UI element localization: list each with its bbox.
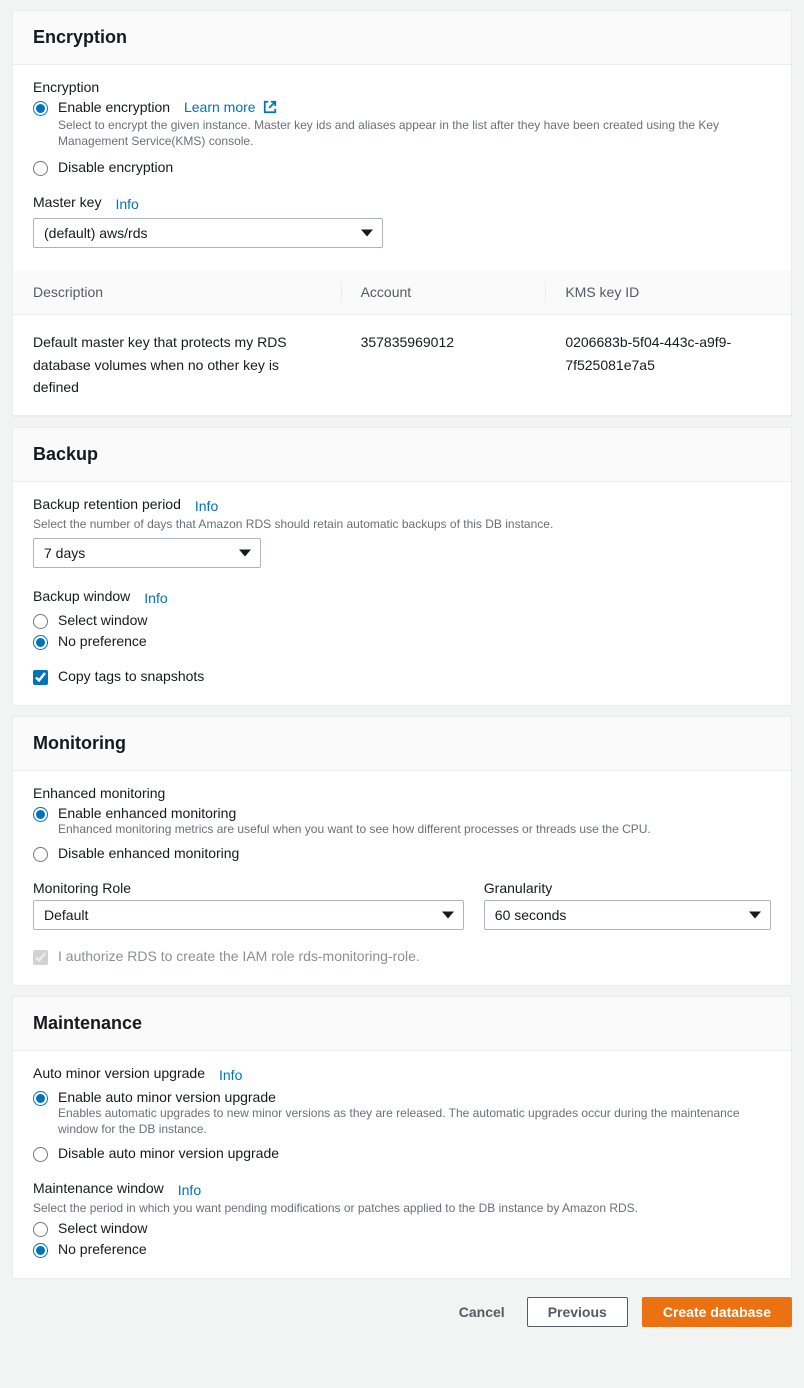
label-enable-upgrade: Enable auto minor version upgrade — [58, 1089, 276, 1105]
radio-input-maintenance-no-preference[interactable] — [33, 1243, 48, 1258]
radio-input-enable-upgrade[interactable] — [33, 1091, 48, 1106]
radio-input-backup-no-preference[interactable] — [33, 635, 48, 650]
label-granularity: Granularity — [484, 880, 771, 896]
radio-enable-encryption[interactable]: Enable encryption Learn more Select to e… — [33, 99, 771, 149]
kms-col-description: Description — [13, 270, 341, 314]
radio-enable-monitoring[interactable]: Enable enhanced monitoring Enhanced moni… — [33, 805, 771, 837]
radio-input-disable-monitoring[interactable] — [33, 847, 48, 862]
radio-input-maintenance-select-window[interactable] — [33, 1222, 48, 1237]
kms-table: Description Account KMS key ID Default m… — [13, 270, 791, 415]
label-enhanced-monitoring: Enhanced monitoring — [33, 785, 771, 801]
label-disable-encryption: Disable encryption — [58, 159, 173, 175]
label-backup-no-preference: No preference — [58, 633, 147, 649]
radio-maintenance-no-preference[interactable]: No preference — [33, 1241, 771, 1258]
label-disable-upgrade: Disable auto minor version upgrade — [58, 1145, 279, 1161]
info-master-key[interactable]: Info — [115, 196, 138, 212]
help-backup-retention: Select the number of days that Amazon RD… — [33, 516, 771, 532]
radio-backup-select-window[interactable]: Select window — [33, 612, 771, 629]
cell-account: 357835969012 — [341, 315, 546, 414]
label-copy-tags: Copy tags to snapshots — [58, 668, 204, 684]
help-enable-upgrade: Enables automatic upgrades to new minor … — [58, 1105, 771, 1137]
panel-backup: Backup Backup retention period Info Sele… — [12, 427, 792, 706]
label-backup-window: Backup window — [33, 588, 130, 604]
select-master-key-input[interactable]: (default) aws/rds — [33, 218, 383, 248]
create-database-button[interactable]: Create database — [642, 1297, 792, 1327]
link-learn-more[interactable]: Learn more — [184, 99, 277, 115]
label-monitoring-role: Monitoring Role — [33, 880, 464, 896]
label-maintenance-select-window: Select window — [58, 1220, 148, 1236]
radio-disable-monitoring[interactable]: Disable enhanced monitoring — [33, 845, 771, 862]
label-enable-encryption: Enable encryption — [58, 99, 170, 115]
help-enable-monitoring: Enhanced monitoring metrics are useful w… — [58, 821, 651, 837]
label-master-key: Master key — [33, 194, 101, 210]
label-backup-retention: Backup retention period — [33, 496, 181, 512]
previous-button[interactable]: Previous — [527, 1297, 628, 1327]
radio-backup-no-preference[interactable]: No preference — [33, 633, 771, 650]
cancel-button[interactable]: Cancel — [451, 1298, 513, 1326]
panel-header-monitoring: Monitoring — [13, 717, 791, 771]
label-auto-minor-upgrade: Auto minor version upgrade — [33, 1065, 205, 1081]
help-enable-encryption: Select to encrypt the given instance. Ma… — [58, 117, 771, 149]
label-maintenance-window: Maintenance window — [33, 1180, 164, 1196]
checkbox-input-iam-authorize — [33, 950, 48, 965]
panel-encryption: Encryption Encryption Enable encryption … — [12, 10, 792, 417]
info-backup-retention[interactable]: Info — [195, 498, 218, 514]
info-auto-minor-upgrade[interactable]: Info — [219, 1067, 242, 1083]
info-maintenance-window[interactable]: Info — [178, 1182, 201, 1198]
table-row: Default master key that protects my RDS … — [13, 315, 791, 415]
checkbox-iam-authorize: I authorize RDS to create the IAM role r… — [33, 948, 771, 965]
select-master-key[interactable]: (default) aws/rds — [33, 218, 383, 248]
panel-header-maintenance: Maintenance — [13, 997, 791, 1051]
cell-kms-key-id: 0206683b-5f04-443c-a9f9-7f525081e7a5 — [545, 315, 791, 414]
label-maintenance-no-preference: No preference — [58, 1241, 147, 1257]
label-iam-authorize: I authorize RDS to create the IAM role r… — [58, 948, 420, 964]
label-backup-select-window: Select window — [58, 612, 148, 628]
cell-description: Default master key that protects my RDS … — [13, 315, 341, 414]
external-link-icon — [263, 100, 277, 117]
label-enable-monitoring: Enable enhanced monitoring — [58, 805, 236, 821]
radio-input-enable-encryption[interactable] — [33, 101, 48, 116]
label-disable-monitoring: Disable enhanced monitoring — [58, 845, 239, 861]
kms-col-kms-key-id: KMS key ID — [545, 270, 791, 314]
kms-col-account: Account — [341, 270, 546, 314]
select-backup-retention-input[interactable]: 7 days — [33, 538, 261, 568]
select-backup-retention[interactable]: 7 days — [33, 538, 261, 568]
radio-input-disable-encryption[interactable] — [33, 161, 48, 176]
panel-maintenance: Maintenance Auto minor version upgrade I… — [12, 996, 792, 1280]
radio-disable-encryption[interactable]: Disable encryption — [33, 159, 771, 176]
panel-header-encryption: Encryption — [13, 11, 791, 65]
radio-enable-upgrade[interactable]: Enable auto minor version upgrade Enable… — [33, 1089, 771, 1137]
checkbox-input-copy-tags[interactable] — [33, 670, 48, 685]
select-monitoring-role[interactable]: Default — [33, 900, 464, 930]
radio-input-disable-upgrade[interactable] — [33, 1147, 48, 1162]
encryption-section-label: Encryption — [33, 79, 771, 95]
footer-actions: Cancel Previous Create database — [12, 1279, 792, 1327]
select-granularity[interactable]: 60 seconds — [484, 900, 771, 930]
radio-disable-upgrade[interactable]: Disable auto minor version upgrade — [33, 1145, 771, 1162]
help-maintenance-window: Select the period in which you want pend… — [33, 1200, 771, 1216]
panel-monitoring: Monitoring Enhanced monitoring Enable en… — [12, 716, 792, 986]
panel-header-backup: Backup — [13, 428, 791, 482]
radio-maintenance-select-window[interactable]: Select window — [33, 1220, 771, 1237]
radio-input-enable-monitoring[interactable] — [33, 807, 48, 822]
checkbox-copy-tags[interactable]: Copy tags to snapshots — [33, 668, 771, 685]
info-backup-window[interactable]: Info — [144, 590, 167, 606]
select-monitoring-role-input[interactable]: Default — [33, 900, 464, 930]
radio-input-backup-select-window[interactable] — [33, 614, 48, 629]
select-granularity-input[interactable]: 60 seconds — [484, 900, 771, 930]
